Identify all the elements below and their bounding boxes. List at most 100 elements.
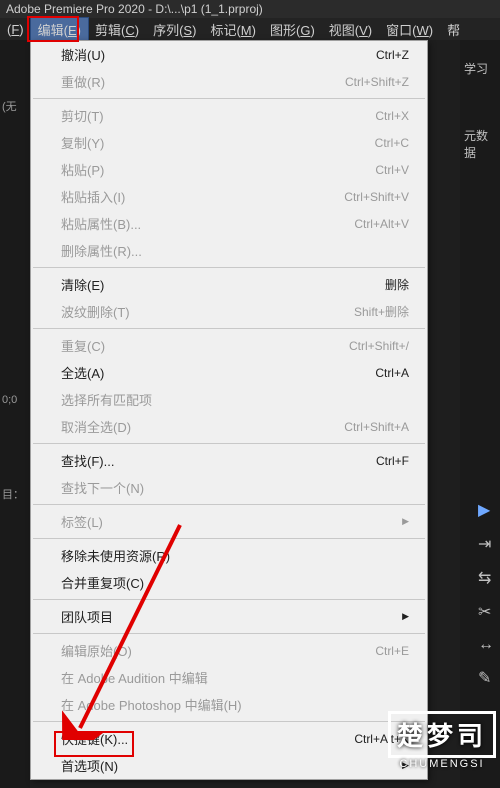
menu-item[interactable]: 团队项目 xyxy=(31,603,427,630)
menu-item-label: 取消全选(D) xyxy=(61,417,131,436)
menu-item-shortcut: Ctrl+Shift+V xyxy=(344,190,409,204)
menu-item-label: 清除(E) xyxy=(61,275,104,294)
menu-item-label: 粘贴(P) xyxy=(61,160,104,179)
menu-separator xyxy=(33,328,425,329)
track-select-icon[interactable]: ⇥ xyxy=(478,534,494,554)
menu-item: 粘贴属性(B)... Ctrl+Alt+V xyxy=(31,210,427,237)
menu-item-shortcut: Ctrl+Alt+V xyxy=(354,217,409,231)
menu-item-label: 在 Adobe Audition 中编辑 xyxy=(61,668,208,687)
menu-item-shortcut: Ctrl+Shift+/ xyxy=(349,339,409,353)
edit-menu-dropdown: 撤消(U) Ctrl+Z 重做(R) Ctrl+Shift+Z 剪切(T) Ctrl+X 复… xyxy=(30,40,428,780)
menu-item: 波纹删除(T) Shift+删除 xyxy=(31,298,427,325)
menu-item-label: 重复(C) xyxy=(61,336,105,355)
menu-item-label: 首选项(N) xyxy=(61,756,118,775)
menu-item-label: 选择所有匹配项 xyxy=(61,390,152,409)
menu-item-label: 查找(F)... xyxy=(61,451,114,470)
menu-item-label: 剪切(T) xyxy=(61,106,104,125)
slip-tool-icon[interactable]: ↔ xyxy=(478,636,494,654)
menu-item-label: 删除属性(R)... xyxy=(61,241,142,260)
menu-item-label: 标签(L) xyxy=(61,512,103,531)
menu-item[interactable]: 全选(A) Ctrl+A xyxy=(31,359,427,386)
pen-tool-icon[interactable]: ✎ xyxy=(478,668,494,688)
menu-item: 剪切(T) Ctrl+X xyxy=(31,102,427,129)
menu-item-label: 编辑原始(O) xyxy=(61,641,132,660)
menu-item[interactable]: 移除未使用资源(R) xyxy=(31,542,427,569)
menu-item: 重做(R) Ctrl+Shift+Z xyxy=(31,68,427,95)
ripple-edit-icon[interactable]: ⇆ xyxy=(478,568,494,588)
menu-item-shortcut: Ctrl+Shift+Z xyxy=(345,75,409,89)
menu-item-label: 波纹删除(T) xyxy=(61,302,130,321)
menu-item[interactable]: 首选项(N) xyxy=(31,752,427,779)
menu-item-shortcut: Ctrl+Shift+A xyxy=(344,420,409,434)
menu-separator xyxy=(33,538,425,539)
menu-item-shortcut: 删除 xyxy=(385,276,409,293)
menu-separator xyxy=(33,721,425,722)
menu-item: 删除属性(R)... xyxy=(31,237,427,264)
menu-separator xyxy=(33,504,425,505)
menu-bar: (F)编辑(E)剪辑(C)序列(S)标记(M)图形(G)视图(V)窗口(W)帮 xyxy=(0,18,500,40)
menu-item[interactable]: 快捷键(K)...Ctrl+Alt+K xyxy=(31,725,427,752)
menu-separator xyxy=(33,599,425,600)
menubar-item-E[interactable]: 编辑(E) xyxy=(31,18,88,41)
menu-item: 复制(Y) Ctrl+C xyxy=(31,129,427,156)
menu-item-shortcut: Ctrl+A xyxy=(375,366,409,380)
menu-separator xyxy=(33,633,425,634)
menubar-item-F[interactable]: (F) xyxy=(0,20,31,39)
menubar-item-G[interactable]: 图形(G) xyxy=(263,18,322,41)
menu-item-label: 粘贴插入(I) xyxy=(61,187,125,206)
project-label: 目： xyxy=(0,476,30,512)
menu-item: 重复(C) Ctrl+Shift+/ xyxy=(31,332,427,359)
menu-item-label: 团队项目 xyxy=(61,607,113,626)
menu-separator xyxy=(33,443,425,444)
menu-item[interactable]: 合并重复项(C) xyxy=(31,569,427,596)
timecode-label: 0;0 xyxy=(0,384,30,416)
menu-item[interactable]: 撤消(U) Ctrl+Z xyxy=(31,41,427,68)
menu-separator xyxy=(33,267,425,268)
menu-item: 取消全选(D) Ctrl+Shift+A xyxy=(31,413,427,440)
tab-metadata[interactable]: 元数据 xyxy=(460,117,500,171)
menu-item-shortcut: Ctrl+C xyxy=(375,136,409,150)
menu-item-shortcut: Ctrl+Z xyxy=(376,48,409,62)
menu-item: 在 Adobe Audition 中编辑 xyxy=(31,664,427,691)
menu-item[interactable]: 查找(F)... Ctrl+F xyxy=(31,447,427,474)
selection-tool-icon[interactable]: ▶ xyxy=(478,500,494,520)
menubar-item-S[interactable]: 序列(S) xyxy=(146,18,203,41)
menu-item-shortcut: Ctrl+X xyxy=(375,109,409,123)
menu-item-label: 复制(Y) xyxy=(61,133,104,152)
menu-item[interactable]: 清除(E) 删除 xyxy=(31,271,427,298)
menu-item-label: 快捷键(K)... xyxy=(61,729,128,748)
source-label: (无 xyxy=(0,88,30,124)
menubar-item-V[interactable]: 视图(V) xyxy=(322,18,379,41)
menu-item: 在 Adobe Photoshop 中编辑(H) xyxy=(31,691,427,718)
watermark: 楚梦司 CHUMENGSI xyxy=(388,711,496,770)
menubar-item-C[interactable]: 剪辑(C) xyxy=(88,18,146,41)
menu-separator xyxy=(33,98,425,99)
menu-item-label: 查找下一个(N) xyxy=(61,478,144,497)
title-bar: Adobe Premiere Pro 2020 - D:\...\p1 (1_1… xyxy=(0,0,500,18)
menu-item-label: 移除未使用资源(R) xyxy=(61,546,170,565)
menubar-item-W[interactable]: 窗口(W) xyxy=(379,18,440,41)
watermark-cn: 楚梦司 xyxy=(388,711,496,758)
menu-item: 选择所有匹配项 xyxy=(31,386,427,413)
menu-item-shortcut: Ctrl+E xyxy=(375,644,409,658)
menu-item-label: 合并重复项(C) xyxy=(61,573,144,592)
menu-item-shortcut: Shift+删除 xyxy=(354,303,409,320)
menu-item-label: 全选(A) xyxy=(61,363,104,382)
menu-item: 查找下一个(N) xyxy=(31,474,427,501)
menu-item: 粘贴(P) Ctrl+V xyxy=(31,156,427,183)
menu-item: 粘贴插入(I) Ctrl+Shift+V xyxy=(31,183,427,210)
left-panel: (无 0;0 目： xyxy=(0,40,30,788)
menubar-item-M[interactable]: 标记(M) xyxy=(203,18,263,41)
menubar-item-帮[interactable]: 帮 xyxy=(440,18,467,41)
tab-learn[interactable]: 学习 xyxy=(460,50,500,87)
menu-item-label: 粘贴属性(B)... xyxy=(61,214,141,233)
tool-palette: ▶ ⇥ ⇆ ✂ ↔ ✎ xyxy=(478,500,494,688)
watermark-en: CHUMENGSI xyxy=(388,758,496,770)
menu-item-shortcut: Ctrl+V xyxy=(375,163,409,177)
menu-item-label: 在 Adobe Photoshop 中编辑(H) xyxy=(61,695,242,714)
menu-item-shortcut: Ctrl+F xyxy=(376,454,409,468)
razor-tool-icon[interactable]: ✂ xyxy=(478,602,494,622)
menu-item-label: 重做(R) xyxy=(61,72,105,91)
menu-item-label: 撤消(U) xyxy=(61,45,105,64)
menu-item: 编辑原始(O) Ctrl+E xyxy=(31,637,427,664)
